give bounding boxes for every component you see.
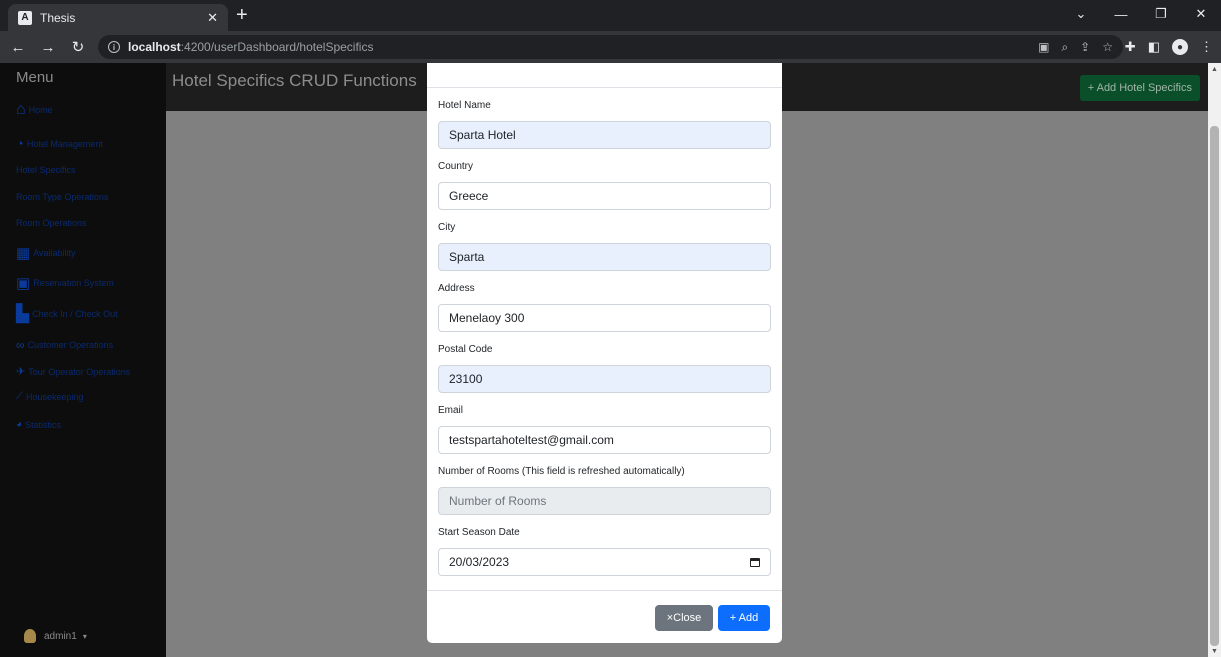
scroll-thumb[interactable] (1210, 126, 1219, 646)
user-name: admin1 (44, 630, 77, 642)
browser-toolbar: ← → ↻ i localhost :4200/userDashboard/ho… (0, 31, 1221, 63)
sidebar-item-label: Home (28, 105, 53, 115)
sidebar-item-customer-operations[interactable]: ∞ Customer Operations (16, 338, 113, 352)
sidebar-item-label: Availability (33, 248, 76, 258)
modal-footer: ×Close + Add (427, 590, 782, 643)
city-label: City (438, 222, 456, 233)
sidebar-item-statistics[interactable]: ◕ Statistics (16, 419, 61, 430)
email-input[interactable]: testspartahoteltest@gmail.com (438, 426, 771, 454)
sidebar-item-label: Room Type Operations (16, 192, 109, 202)
address-input[interactable]: Menelaoy 300 (438, 304, 771, 332)
bookmark-star-icon[interactable]: ☆ (1102, 40, 1113, 54)
hotel-name-label: Hotel Name (438, 100, 491, 111)
sidebar-item-home[interactable]: ⌂ Home (16, 101, 53, 119)
start-season-date-value: 20/03/2023 (449, 555, 510, 569)
home-icon: ⌂ (16, 101, 26, 118)
extension-actions: ✚ ◧ ● ⋮ (1125, 31, 1213, 63)
sidebar-item-label: Customer Operations (27, 340, 114, 350)
browser-tab-bar: A Thesis ✕ + ⌄ — ❐ ✕ (0, 0, 1221, 31)
country-label: Country (438, 161, 474, 172)
calendar-picker-icon[interactable] (750, 557, 760, 567)
restore-icon[interactable]: ❐ (1141, 6, 1181, 22)
page-scrollbar[interactable]: ▲ ▼ (1208, 63, 1221, 657)
add-hotel-specifics-button[interactable]: + Add Hotel Specifics (1079, 75, 1200, 101)
scroll-down-icon[interactable]: ▼ (1211, 648, 1218, 655)
sidebar-item-hotel-specifics[interactable]: Hotel Specifics (16, 165, 76, 175)
sidebar-item-room-type-operations[interactable]: Room Type Operations (16, 192, 108, 202)
translate-icon[interactable]: ▣ (1038, 40, 1049, 54)
broom-icon: ⟋ (16, 391, 23, 402)
extensions-puzzle-icon[interactable]: ✚ (1125, 39, 1136, 55)
sidebar-item-label: Housekeeping (26, 391, 84, 402)
sidebar-menu-title: Menu (16, 69, 54, 86)
user-avatar-icon (24, 629, 36, 643)
new-tab-icon[interactable]: + (236, 4, 248, 26)
back-icon[interactable]: ← (6, 39, 30, 56)
sidebar-item-label: Tour Operator Operations (28, 366, 131, 377)
add-button[interactable]: + Add (718, 605, 770, 631)
window-close-icon[interactable]: ✕ (1181, 6, 1221, 22)
plane-icon: ✈ (16, 366, 26, 378)
side-panel-icon[interactable]: ◧ (1148, 39, 1160, 55)
start-season-date-label: Start Season Date (438, 527, 520, 538)
sidebar-item-check-in-check-out[interactable]: ▙ Check In / Check Out (16, 304, 118, 324)
forward-icon[interactable]: → (36, 39, 60, 56)
window-controls: ⌄ — ❐ ✕ (1061, 0, 1221, 28)
sidebar-item-label: Check In / Check Out (32, 309, 118, 319)
modal-header (427, 63, 782, 88)
sidebar: Menu ⌂ Home ◔ Hotel Management Hotel Spe… (0, 63, 166, 657)
postal-code-label: Postal Code (438, 344, 493, 355)
scroll-up-icon[interactable]: ▲ (1211, 66, 1218, 73)
table-grid-icon: ▦ (16, 245, 31, 262)
sidebar-item-housekeeping[interactable]: ⟋ Housekeeping (16, 391, 84, 402)
sidebar-item-reservation-system[interactable]: ▣ Reservation System (16, 274, 114, 292)
address-label: Address (438, 283, 475, 294)
number-of-rooms-label: Number of Rooms (This field is refreshed… (438, 466, 685, 477)
add-hotel-specifics-modal: Hotel Name Sparta Hotel Country Greece C… (427, 63, 782, 643)
sidebar-item-label: Reservation System (33, 278, 114, 288)
omnibox-actions: ▣ ⌕ ⇪ ☆ (1038, 35, 1113, 59)
people-icon: ∞ (16, 338, 25, 352)
address-bar[interactable]: i localhost :4200/userDashboard/hotelSpe… (98, 35, 1123, 59)
sidebar-item-label: Statistics (25, 419, 62, 430)
zoom-icon[interactable]: ⌕ (1061, 40, 1068, 55)
share-icon[interactable]: ⇪ (1080, 40, 1090, 54)
city-input[interactable]: Sparta (438, 243, 771, 271)
hotel-building-icon: ▙ (16, 304, 30, 323)
profile-avatar-icon[interactable]: ● (1172, 39, 1188, 55)
site-info-icon[interactable]: i (108, 41, 120, 53)
hotel-name-input[interactable]: Sparta Hotel (438, 121, 771, 149)
close-button[interactable]: ×Close (655, 605, 713, 631)
postal-code-input[interactable]: 23100 (438, 365, 771, 393)
url-host: localhost (128, 40, 181, 54)
calendar-icon: ▣ (16, 275, 31, 292)
number-of-rooms-input: Number of Rooms (438, 487, 771, 515)
sidebar-item-label: Hotel Specifics (16, 165, 76, 175)
tab-favicon-icon: A (18, 10, 32, 25)
sidebar-item-room-operations[interactable]: Room Operations (16, 218, 87, 228)
tab-search-icon[interactable]: ⌄ (1061, 6, 1101, 22)
modal-body: Hotel Name Sparta Hotel Country Greece C… (427, 100, 782, 576)
sidebar-item-availability[interactable]: ▦ Availability (16, 244, 76, 262)
tab-close-icon[interactable]: ✕ (207, 10, 218, 26)
sidebar-item-tour-operator-operations[interactable]: ✈ Tour Operator Operations (16, 365, 130, 378)
browser-tab[interactable]: A Thesis ✕ (8, 4, 228, 31)
minimize-icon[interactable]: — (1101, 7, 1141, 22)
dashboard-gauge-icon: ◔ (16, 136, 24, 151)
country-input[interactable]: Greece (438, 182, 771, 210)
user-menu[interactable]: admin1 ▾ (24, 629, 87, 643)
browser-menu-icon[interactable]: ⋮ (1200, 39, 1213, 55)
caret-down-icon: ▾ (82, 631, 87, 641)
reload-icon[interactable]: ↻ (66, 38, 90, 56)
email-label: Email (438, 405, 464, 416)
sidebar-item-label: Hotel Management (26, 138, 103, 149)
sidebar-item-label: Room Operations (16, 218, 87, 228)
sidebar-item-hotel-management[interactable]: ◔ Hotel Management (16, 136, 103, 151)
pie-chart-icon: ◕ (16, 419, 23, 430)
tab-title: Thesis (40, 10, 76, 25)
start-season-date-input[interactable]: 20/03/2023 (438, 548, 771, 576)
page-title: Hotel Specifics CRUD Functions (172, 71, 417, 90)
url-path: :4200/userDashboard/hotelSpecifics (180, 40, 374, 54)
